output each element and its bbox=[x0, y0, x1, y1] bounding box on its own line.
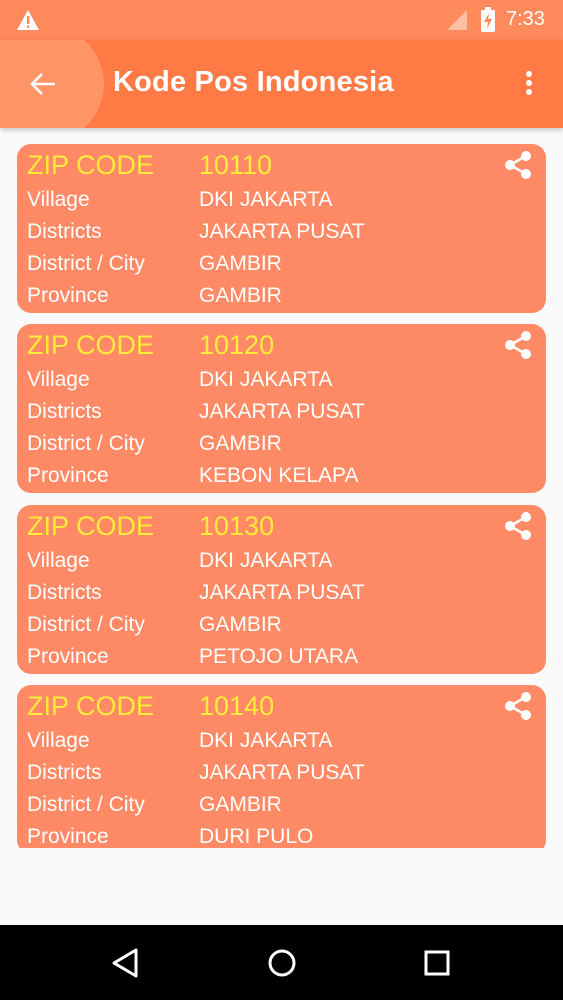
province-value: DURI PULO bbox=[199, 825, 314, 848]
districts-value: JAKARTA PUSAT bbox=[199, 400, 365, 423]
signal-icon bbox=[447, 10, 467, 30]
village-label: Village bbox=[27, 188, 90, 211]
back-arrow-icon[interactable] bbox=[24, 64, 64, 104]
zip-card[interactable]: ZIP CODE 10110 Village DKI JAKARTA Distr… bbox=[17, 144, 546, 313]
districts-value: JAKARTA PUSAT bbox=[199, 581, 365, 604]
status-time: 7:33 bbox=[506, 8, 545, 30]
village-label: Village bbox=[27, 368, 90, 391]
zip-code-value: 10120 bbox=[199, 330, 275, 360]
recents-square-icon[interactable] bbox=[422, 948, 452, 978]
battery-charging-icon bbox=[481, 7, 495, 32]
province-label: Province bbox=[27, 464, 109, 487]
province-label: Province bbox=[27, 284, 109, 307]
province-value: KEBON KELAPA bbox=[199, 464, 359, 487]
district-city-value: GAMBIR bbox=[199, 613, 282, 636]
zip-code-value: 10140 bbox=[199, 691, 275, 721]
district-city-value: GAMBIR bbox=[199, 793, 282, 816]
district-city-label: District / City bbox=[27, 613, 145, 636]
app-bar: Kode Pos Indonesia bbox=[0, 40, 563, 128]
back-triangle-icon[interactable] bbox=[110, 947, 142, 979]
village-value: DKI JAKARTA bbox=[199, 188, 333, 211]
zip-code-label: ZIP CODE bbox=[27, 150, 155, 180]
zip-code-label: ZIP CODE bbox=[27, 691, 155, 721]
home-circle-icon[interactable] bbox=[265, 946, 299, 980]
zip-code-label: ZIP CODE bbox=[27, 330, 155, 360]
district-city-label: District / City bbox=[27, 793, 145, 816]
province-label: Province bbox=[27, 825, 109, 848]
district-city-value: GAMBIR bbox=[199, 432, 282, 455]
village-value: DKI JAKARTA bbox=[199, 368, 333, 391]
districts-label: Districts bbox=[27, 581, 102, 604]
zip-code-label: ZIP CODE bbox=[27, 511, 155, 541]
district-city-label: District / City bbox=[27, 432, 145, 455]
district-city-label: District / City bbox=[27, 252, 145, 275]
village-label: Village bbox=[27, 729, 90, 752]
share-icon[interactable] bbox=[501, 689, 535, 723]
zip-card[interactable]: ZIP CODE 10120 Village DKI JAKARTA Distr… bbox=[17, 324, 546, 493]
share-icon[interactable] bbox=[501, 148, 535, 182]
zip-code-value: 10110 bbox=[199, 150, 273, 180]
province-value: GAMBIR bbox=[199, 284, 282, 307]
more-vert-icon[interactable] bbox=[514, 64, 544, 104]
share-icon[interactable] bbox=[501, 509, 535, 543]
village-value: DKI JAKARTA bbox=[199, 729, 333, 752]
district-city-value: GAMBIR bbox=[199, 252, 282, 275]
village-label: Village bbox=[27, 549, 90, 572]
province-value: PETOJO UTARA bbox=[199, 645, 359, 668]
districts-value: JAKARTA PUSAT bbox=[199, 761, 365, 784]
province-label: Province bbox=[27, 645, 109, 668]
status-bar: 7:33 bbox=[0, 0, 563, 40]
warning-icon bbox=[17, 10, 39, 30]
zip-code-value: 10130 bbox=[199, 511, 275, 541]
share-icon[interactable] bbox=[501, 328, 535, 362]
village-value: DKI JAKARTA bbox=[199, 549, 333, 572]
zip-code-list[interactable]: ZIP CODE 10110 Village DKI JAKARTA Distr… bbox=[0, 128, 563, 848]
districts-label: Districts bbox=[27, 400, 102, 423]
navigation-bar bbox=[0, 925, 563, 1000]
app-title: Kode Pos Indonesia bbox=[113, 66, 394, 98]
districts-label: Districts bbox=[27, 220, 102, 243]
districts-label: Districts bbox=[27, 761, 102, 784]
zip-card[interactable]: ZIP CODE 10140 Village DKI JAKARTA Distr… bbox=[17, 685, 546, 848]
districts-value: JAKARTA PUSAT bbox=[199, 220, 365, 243]
zip-card[interactable]: ZIP CODE 10130 Village DKI JAKARTA Distr… bbox=[17, 505, 546, 674]
